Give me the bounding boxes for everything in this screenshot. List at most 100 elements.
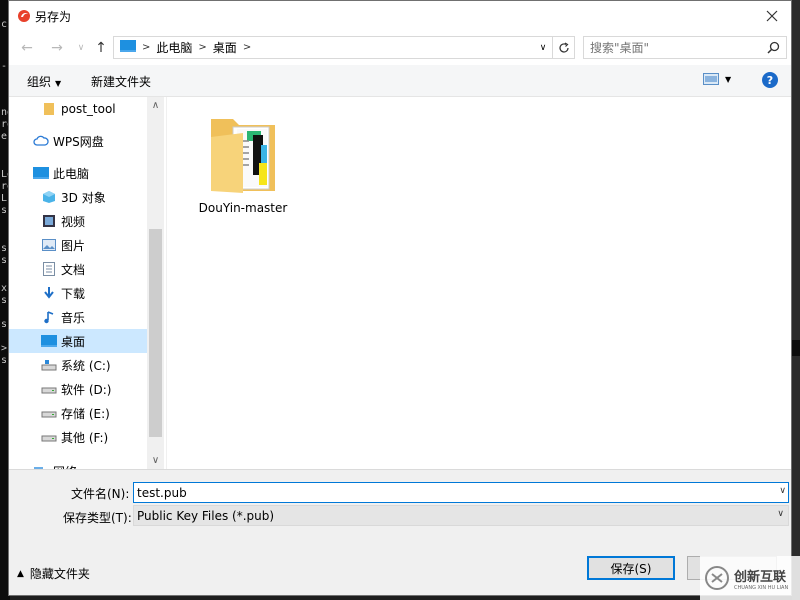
help-button[interactable]: ? — [762, 72, 778, 88]
folder-icon — [211, 119, 275, 193]
breadcrumb-this-pc[interactable]: 此电脑 — [156, 39, 192, 56]
sidebar-item[interactable]: 3D 对象 — [9, 185, 147, 209]
scroll-down-button[interactable]: ∨ — [147, 452, 164, 469]
sidebar-item[interactable]: 桌面 — [9, 329, 147, 353]
terminal-line: c — [1, 19, 8, 30]
filetype-select[interactable]: Public Key Files (*.pub) ∨ — [133, 505, 789, 526]
sidebar-item-label: 文档 — [61, 262, 86, 277]
refresh-icon — [558, 41, 569, 53]
music-icon — [41, 309, 57, 325]
sidebar-item-label: 桌面 — [61, 334, 86, 349]
terminal-line: e — [1, 131, 8, 142]
chevron-down-icon: ∨ — [777, 509, 784, 519]
back-button[interactable]: ← — [17, 38, 37, 58]
search-input[interactable] — [590, 40, 760, 55]
filename-combobox[interactable]: ∨ — [133, 482, 789, 503]
sidebar-item-label: WPS网盘 — [53, 134, 104, 149]
arrow-right-icon: → — [51, 40, 63, 56]
sidebar-item-label: 视频 — [61, 214, 86, 229]
recent-locations-button[interactable]: ∨ — [71, 38, 91, 58]
hide-folders-label: 隐藏文件夹 — [29, 567, 90, 581]
picture-icon — [41, 237, 57, 253]
filetype-label: 保存类型(T): — [63, 511, 132, 525]
filename-input[interactable] — [137, 485, 757, 500]
search-icon — [767, 41, 780, 57]
close-icon — [766, 10, 778, 22]
sidebar-item-label: 下载 — [61, 286, 86, 301]
app-logo-icon — [17, 9, 31, 23]
arrow-left-icon: ← — [21, 40, 33, 56]
navigation-scrollbar[interactable]: ∧ ∨ — [147, 97, 164, 469]
sidebar-item[interactable]: post_tool — [9, 97, 147, 121]
filetype-value: Public Key Files (*.pub) — [137, 508, 275, 523]
watermark: 创新互联 CHUANG XIN HU LIAN — [700, 556, 800, 600]
folder-label: DouYin-master — [198, 201, 288, 215]
command-toolbar: 组织 ▼ 新建文件夹 ▼ ? — [9, 65, 791, 97]
scroll-thumb[interactable] — [149, 229, 162, 437]
sidebar-item-label: 此电脑 — [53, 166, 90, 181]
forward-button[interactable]: → — [47, 38, 67, 58]
sidebar-item-label: 系统 (C:) — [61, 358, 111, 373]
terminal-background-right — [792, 0, 800, 600]
sidebar-item-label: 软件 (D:) — [61, 382, 112, 397]
drive-icon — [41, 405, 57, 421]
sidebar-item[interactable]: WPS网盘 — [9, 129, 147, 153]
computer-icon — [33, 165, 49, 181]
filename-label: 文件名(N): — [71, 487, 130, 501]
file-list[interactable]: DouYin-master — [166, 97, 791, 469]
sidebar-item[interactable]: 存储 (E:) — [9, 401, 147, 425]
sidebar-item[interactable]: 网络 — [9, 459, 147, 469]
terminal-line: > — [1, 343, 8, 354]
sidebar-item-label: post_tool — [61, 102, 116, 116]
change-view-button[interactable]: ▼ — [703, 73, 731, 85]
close-button[interactable] — [753, 1, 791, 31]
watermark-subtext: CHUANG XIN HU LIAN — [734, 584, 789, 591]
organize-label: 组织 — [27, 75, 52, 89]
sidebar-item[interactable]: 下载 — [9, 281, 147, 305]
sidebar-item[interactable]: 视频 — [9, 209, 147, 233]
sidebar-item[interactable]: 音乐 — [9, 305, 147, 329]
sidebar-item[interactable]: 系统 (C:) — [9, 353, 147, 377]
breadcrumb-desktop[interactable]: 桌面 — [213, 39, 237, 56]
cube-icon — [41, 189, 57, 205]
sidebar-item[interactable]: 图片 — [9, 233, 147, 257]
refresh-button[interactable] — [553, 36, 575, 59]
sidebar-item-label: 其他 (F:) — [61, 430, 109, 445]
hide-folders-toggle[interactable]: ▲ 隐藏文件夹 — [17, 565, 90, 582]
chevron-down-icon[interactable]: ∨ — [779, 486, 786, 496]
chevron-down-icon: ∨ — [539, 42, 547, 53]
breadcrumb-separator-icon: > — [198, 42, 207, 53]
sidebar-item[interactable]: 此电脑 — [9, 161, 147, 185]
chevron-up-icon: ∧ — [151, 100, 160, 111]
new-folder-button[interactable]: 新建文件夹 — [91, 73, 151, 90]
chevron-down-icon: ∨ — [151, 455, 160, 466]
sidebar-item[interactable]: 其他 (F:) — [9, 425, 147, 449]
window-title: 另存为 — [35, 10, 72, 24]
document-icon — [41, 261, 57, 277]
drive-icon — [41, 429, 57, 445]
computer-icon — [120, 39, 136, 56]
arrow-up-icon: ↑ — [95, 40, 107, 56]
sidebar-item[interactable]: 文档 — [9, 257, 147, 281]
search-box[interactable] — [583, 36, 787, 59]
folder-icon — [41, 101, 57, 117]
address-bar-row: ← → ∨ ↑ > 此电脑 > 桌面 > ∨ — [9, 31, 791, 65]
scroll-up-button[interactable]: ∧ — [147, 97, 164, 114]
address-dropdown-button[interactable]: ∨ — [534, 37, 552, 58]
video-icon — [41, 213, 57, 229]
sidebar-item-label: 图片 — [61, 238, 86, 253]
sidebar-item-label: 音乐 — [61, 310, 86, 325]
save-button[interactable]: 保存(S) — [587, 556, 675, 580]
folder-item[interactable]: DouYin-master — [193, 111, 293, 221]
caret-down-icon: ▼ — [55, 79, 62, 88]
organize-button[interactable]: 组织 ▼ — [27, 73, 61, 90]
drive-icon — [41, 381, 57, 397]
sidebar-item-label: 存储 (E:) — [61, 406, 110, 421]
save-options-panel: 文件名(N): ∨ 保存类型(T): Public Key Files (*.p… — [9, 469, 791, 595]
sidebar-item[interactable]: 软件 (D:) — [9, 377, 147, 401]
address-box[interactable]: > 此电脑 > 桌面 > ∨ — [113, 36, 553, 59]
chevron-up-icon: ▲ — [17, 568, 24, 579]
save-as-dialog: 另存为 ← → ∨ ↑ > 此电脑 > 桌面 > ∨ 搜索"桌面" 组织 ▼ 新… — [8, 0, 792, 596]
up-button[interactable]: ↑ — [91, 38, 111, 58]
caret-down-icon: ▼ — [725, 74, 732, 84]
